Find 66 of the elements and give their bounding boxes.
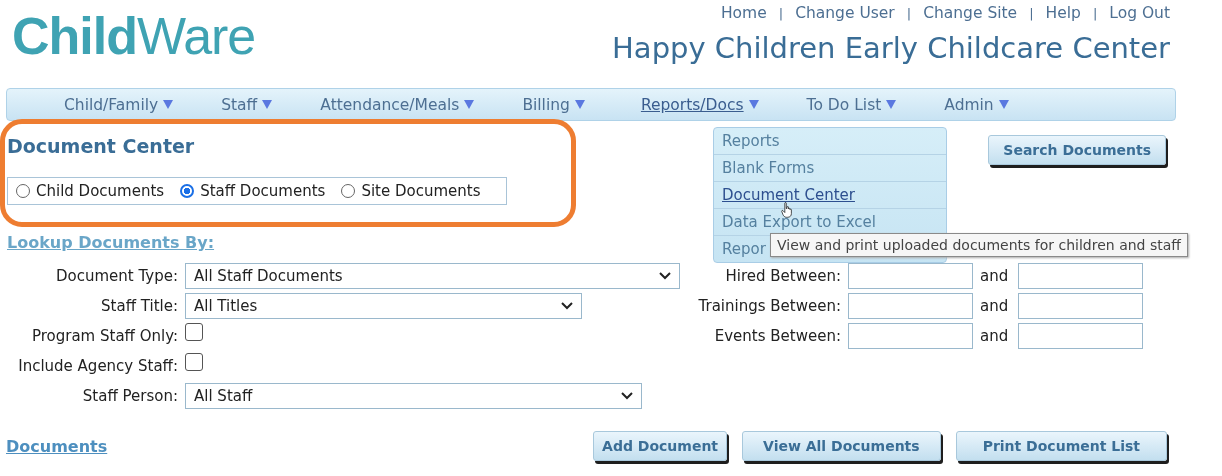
caret-icon [998,100,1009,109]
link-separator: | [1092,5,1098,22]
menu-item[interactable]: Blank Forms [714,155,946,182]
radio-button[interactable] [16,184,30,198]
radio-label: Child Documents [36,182,165,200]
top-link[interactable]: Home [720,4,767,22]
field-label: Staff Title: [100,297,178,315]
action-button[interactable]: Add Document [593,431,728,461]
field-label: Staff Person: [81,387,178,405]
date-input-field[interactable] [1018,263,1143,289]
link-separator: | [778,5,784,22]
link-separator: | [1029,5,1034,22]
page-title: Document Center [7,135,196,157]
field-label: Program Staff Only: [30,327,178,345]
date-input-field[interactable] [1018,293,1143,319]
top-link[interactable]: Help [1045,4,1081,22]
documents-heading-link[interactable]: Documents [6,436,108,456]
caret-icon [464,100,475,109]
radio-button[interactable] [341,184,356,198]
dropdown-field[interactable]: All Titles [185,293,582,319]
action-button[interactable]: Print Document List [955,431,1167,461]
search-documents-button[interactable]: Search Documents [988,135,1166,165]
nav-menu-item[interactable]: Attendance/Meals [320,95,475,114]
caret-icon [262,100,273,109]
chevron-down-icon [659,272,671,280]
top-link[interactable]: Change User [795,4,895,22]
nav-menu-item[interactable]: Admin [944,95,1009,114]
link-separator: | [906,5,912,22]
caret-icon [886,100,897,109]
nav-menu-item[interactable]: Billing [522,95,585,114]
radio-label: Site Documents [361,182,481,200]
field-label: Events Between: [713,327,842,345]
field-label: Hired Between: [724,267,842,285]
and-label: and [979,327,1010,345]
logo: ChildWare [12,6,256,67]
date-input-field[interactable] [848,323,973,349]
and-label: and [979,297,1010,315]
radio-label: Staff Documents [200,182,326,200]
caret-icon [574,100,585,109]
tooltip: View and print uploaded documents for children and staff [770,233,1188,257]
date-input-field[interactable] [848,263,973,289]
menu-item[interactable]: Reports [714,128,946,155]
nav-menu-item[interactable]: Child/Family [64,95,174,114]
top-link[interactable]: Change Site [923,4,1018,22]
radio-button[interactable] [180,184,195,198]
checkbox[interactable] [185,353,203,371]
caret-icon [163,100,174,109]
site-name: Happy Children Early Childcare Center [612,31,1170,65]
field-label: Include Agency Staff: [17,357,178,375]
field-label: Trainings Between: [697,297,842,315]
chevron-down-icon [561,302,573,310]
field-label: Document Type: [55,267,178,285]
top-link[interactable]: Log Out [1109,4,1170,22]
action-button[interactable]: View All Documents [742,431,941,461]
checkbox[interactable] [185,323,203,341]
and-label: and [979,267,1010,285]
date-input-field[interactable] [848,293,973,319]
dropdown-field[interactable]: All Staff [185,383,642,409]
lookup-heading-link[interactable]: Lookup Documents By: [7,235,215,251]
caret-icon [748,100,759,109]
nav-menu-item[interactable]: Reports/Docs [640,95,759,114]
dropdown-field[interactable]: All Staff Documents [185,263,680,289]
chevron-down-icon [621,392,633,400]
nav-menu-item[interactable]: Staff [221,95,273,114]
nav-menu-item[interactable]: To Do List [806,95,897,114]
date-input-field[interactable] [1018,323,1143,349]
